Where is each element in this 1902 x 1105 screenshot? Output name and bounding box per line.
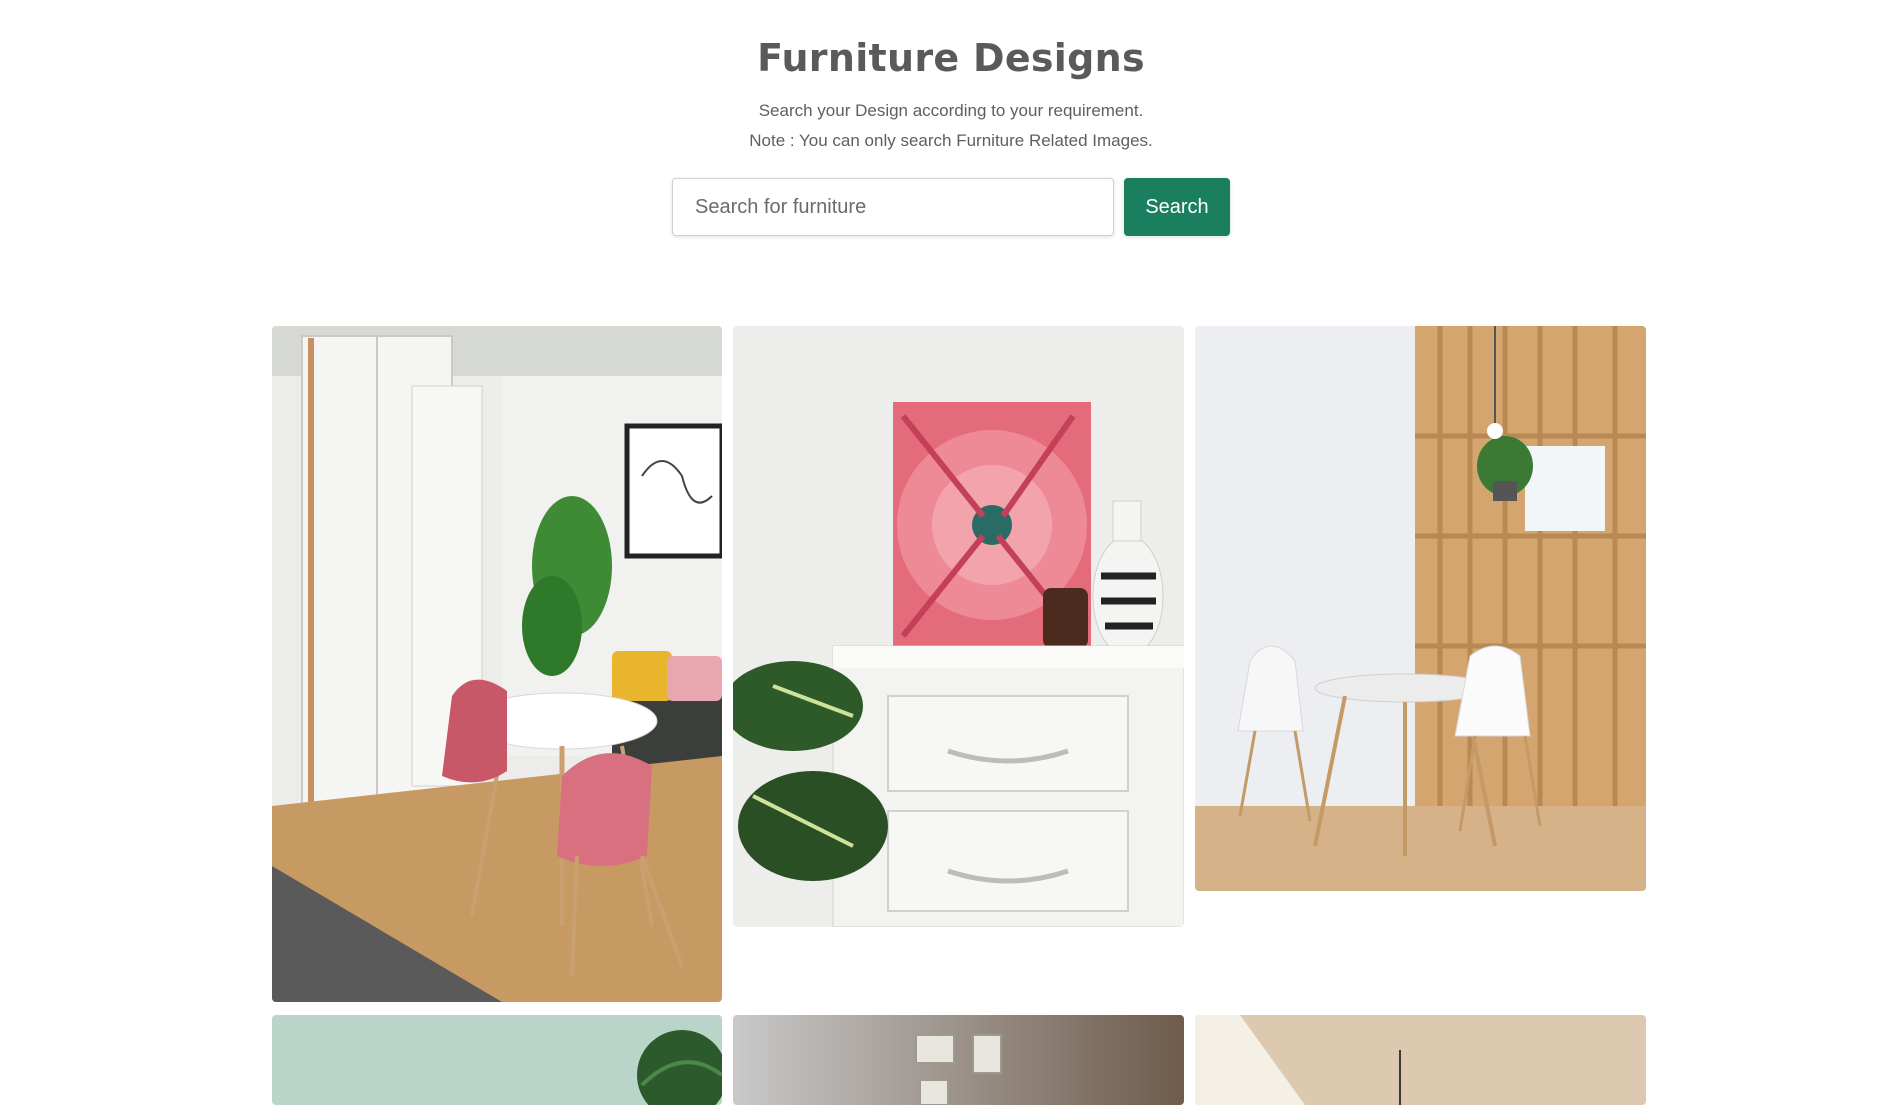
gallery-image-1[interactable] <box>272 326 722 1002</box>
pink-chairs-dining-room-photo <box>272 326 722 1002</box>
page-note: Note : You can only search Furniture Rel… <box>749 131 1153 150</box>
mint-wall-plant-photo <box>272 1015 722 1105</box>
gray-wall-frames-photo <box>733 1015 1184 1105</box>
search-input[interactable] <box>672 178 1114 236</box>
beige-ceiling-lamp-photo <box>1195 1015 1646 1105</box>
search-button[interactable]: Search <box>1124 178 1230 236</box>
white-chairs-wooden-shelves-photo <box>1195 326 1646 891</box>
gallery-image-2[interactable] <box>733 326 1184 927</box>
pink-flower-painting-dresser-photo <box>733 326 1184 927</box>
gallery-image-6[interactable] <box>1195 1015 1646 1105</box>
page-title: Furniture Designs <box>757 36 1145 80</box>
gallery-image-4[interactable] <box>272 1015 722 1105</box>
page-subtitle: Search your Design according to your req… <box>758 101 1144 120</box>
search-bar: Search <box>672 178 1230 236</box>
gallery-image-3[interactable] <box>1195 326 1646 891</box>
gallery-image-5[interactable] <box>733 1015 1184 1105</box>
